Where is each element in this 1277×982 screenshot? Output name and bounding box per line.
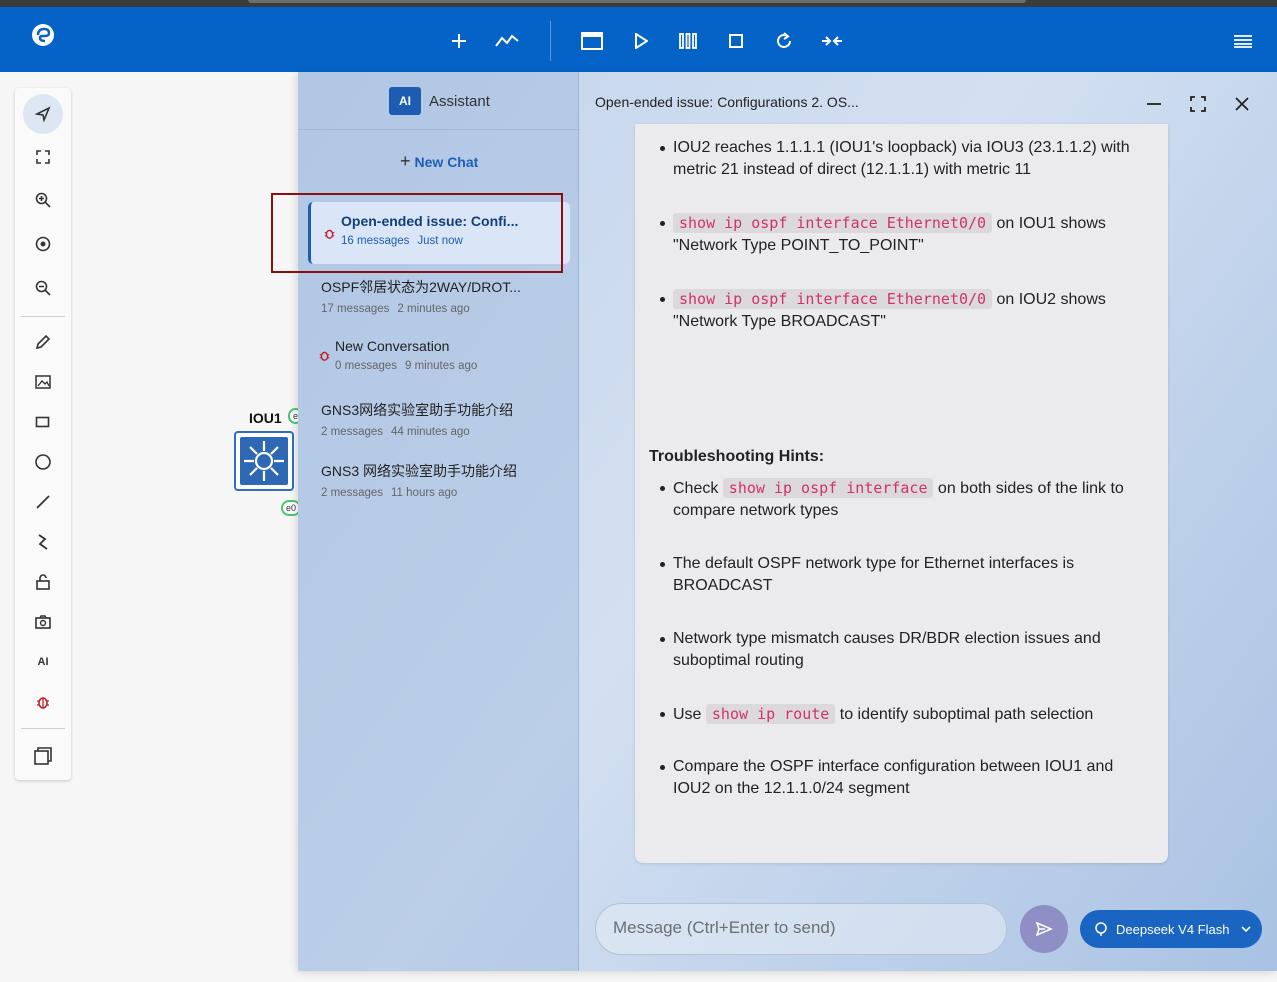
conversation-count: 17 messages <box>321 303 390 315</box>
minimize-icon[interactable] <box>1142 92 1166 116</box>
conversation-time: 9 minutes ago <box>405 360 478 372</box>
chart-icon[interactable] <box>495 29 519 53</box>
message-bullet: The default OSPF network type for Ethern… <box>660 553 1151 597</box>
close-icon[interactable] <box>1230 92 1254 116</box>
ellipse-icon[interactable] <box>23 442 63 482</box>
conversation-count: 2 messages <box>321 487 384 499</box>
switch-icon <box>240 437 288 485</box>
maximize-icon[interactable] <box>1186 92 1210 116</box>
conversation-title: GNS3网络实验室助手功能介绍 <box>321 402 514 418</box>
curve-icon[interactable] <box>23 522 63 562</box>
rectangle-icon[interactable] <box>23 402 63 442</box>
main-toolbar <box>0 7 1277 72</box>
reset-zoom-icon[interactable] <box>23 224 63 264</box>
bullet-text: The default OSPF network type for Ethern… <box>673 555 1075 594</box>
send-icon <box>1035 921 1053 937</box>
browser-top-strip <box>0 0 1277 7</box>
message-bullet: show ip ospf interface Ethernet0/0 on IO… <box>660 212 1151 257</box>
bug-icon[interactable] <box>23 682 63 722</box>
fit-icon[interactable] <box>23 137 63 177</box>
conversation-time: 11 hours ago <box>391 487 458 499</box>
conversation-time: 2 minutes ago <box>397 303 470 315</box>
chat-header-title: Open-ended issue: Configurations 2. OS..… <box>595 94 859 110</box>
hints-heading: Troubleshooting Hints: <box>649 448 825 465</box>
conversation-title: GNS3 网络实验室助手功能介绍 <box>321 463 518 479</box>
image-icon[interactable] <box>23 362 63 402</box>
pause-icon[interactable] <box>676 29 700 53</box>
switch-node[interactable] <box>234 431 294 491</box>
conversation-count: 2 messages <box>321 426 384 438</box>
browser-tab <box>248 0 1026 3</box>
message-bullet: Check show ip ospf interface on both sid… <box>660 477 1151 522</box>
bullet-text: Network type mismatch causes DR/BDR elec… <box>673 630 1101 669</box>
bullet-text: IOU2 reaches 1.1.1.1 (IOU1's loopback) v… <box>673 139 1130 178</box>
message-bullet: IOU2 reaches 1.1.1.1 (IOU1's loopback) v… <box>660 137 1151 181</box>
conversation-item[interactable]: GNS3 网络实验室助手功能介绍 2 messages 11 hours ago <box>321 461 583 499</box>
message-bullet: show ip ospf interface Ethernet0/0 on IO… <box>660 288 1151 333</box>
zoom-out-icon[interactable] <box>23 268 63 308</box>
new-chat-button[interactable]: + New Chat <box>400 151 478 172</box>
reload-icon[interactable] <box>772 29 796 53</box>
model-select-button[interactable]: Deepseek V4 Flash <box>1080 910 1262 948</box>
chevron-down-icon <box>1241 926 1252 933</box>
menu-icon[interactable] <box>1231 29 1255 53</box>
collapse-icon[interactable] <box>820 29 844 53</box>
bullet-text: Check <box>673 480 723 497</box>
ai-icon[interactable]: AI <box>23 642 63 682</box>
toolbar-separator <box>550 21 551 61</box>
app-logo-icon[interactable] <box>30 22 56 48</box>
pointer-icon[interactable] <box>23 94 63 134</box>
zoom-in-icon[interactable] <box>23 180 63 220</box>
selection-highlight <box>271 193 563 273</box>
model-name: Deepseek V4 Flash <box>1116 921 1230 937</box>
inline-code: show ip ospf interface Ethernet0/0 <box>673 289 993 309</box>
conversation-time: 44 minutes ago <box>391 426 470 438</box>
sidebar-header: AI Assistant <box>298 72 579 130</box>
bullet-text: to identify suboptimal path selection <box>835 706 1094 723</box>
ai-badge: AI <box>389 87 421 115</box>
add-icon[interactable] <box>447 29 471 53</box>
send-button[interactable] <box>1020 905 1068 953</box>
conversation-count: 0 messages <box>335 360 398 372</box>
camera-icon[interactable] <box>23 602 63 642</box>
line-icon[interactable] <box>23 482 63 522</box>
message-bullet: Compare the OSPF interface configuration… <box>660 756 1151 800</box>
message-bullet: Network type mismatch causes DR/BDR elec… <box>660 628 1151 672</box>
plus-icon: + <box>400 151 411 171</box>
model-icon <box>1095 922 1107 936</box>
message-bullet: Use show ip route to identify suboptimal… <box>660 703 1151 726</box>
sidebar-title: Assistant <box>429 93 490 110</box>
bug-icon <box>319 351 330 361</box>
drawing-tools-panel: AI <box>15 88 71 780</box>
bullet-text: Use <box>673 706 706 723</box>
layers-icon[interactable] <box>23 736 63 776</box>
conversation-title: New Conversation <box>335 338 450 354</box>
inline-code: show ip route <box>705 704 836 724</box>
inline-code: show ip ospf interface Ethernet0/0 <box>673 213 993 233</box>
stop-icon[interactable] <box>724 29 748 53</box>
pencil-icon[interactable] <box>23 322 63 362</box>
bullet-text: Compare the OSPF interface configuration… <box>673 758 1114 797</box>
assistant-message: IOU2 reaches 1.1.1.1 (IOU1's loopback) v… <box>635 124 1168 863</box>
input-placeholder: Message (Ctrl+Enter to send) <box>613 918 836 937</box>
start-icon[interactable] <box>629 29 653 53</box>
ai-icon-label: AI <box>37 656 49 668</box>
tools-separator <box>21 728 65 729</box>
console-icon[interactable] <box>580 29 604 53</box>
conversation-title: OSPF邻居状态为2WAY/DROT... <box>321 279 521 295</box>
conversation-item[interactable]: OSPF邻居状态为2WAY/DROT... 17 messages 2 minut… <box>321 277 583 315</box>
tools-separator <box>21 316 65 317</box>
new-chat-label: New Chat <box>414 153 479 170</box>
message-input[interactable]: Message (Ctrl+Enter to send) <box>595 903 1007 955</box>
inline-code: show ip ospf interface <box>722 478 934 498</box>
node-label[interactable]: IOU1 <box>249 410 282 426</box>
conversation-item[interactable]: GNS3网络实验室助手功能介绍 2 messages 44 minutes ago <box>321 400 583 438</box>
conversation-item[interactable]: New Conversation 0 messages 9 minutes ago <box>319 338 597 372</box>
lock-icon[interactable] <box>23 562 63 602</box>
